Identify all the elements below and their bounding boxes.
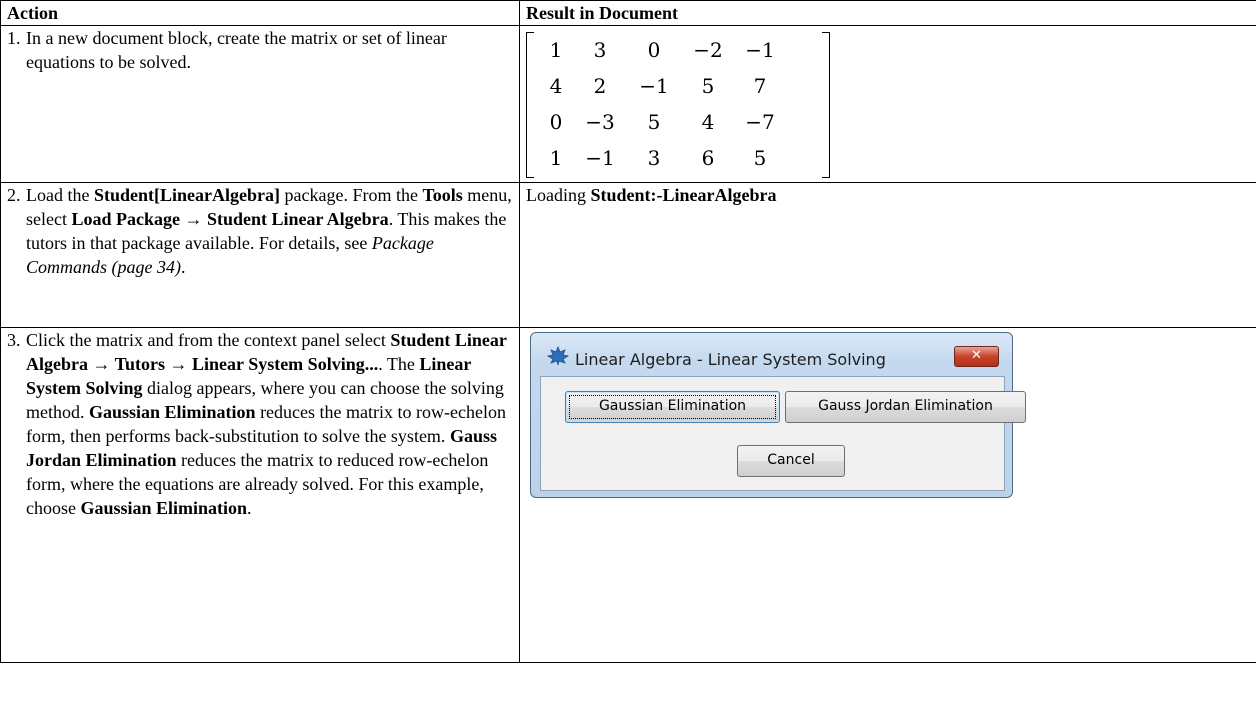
matrix-cell: 6 [701,146,715,170]
step-text-run: Click the matrix and from the context pa… [26,330,391,350]
step-number: 1. [7,28,21,48]
matrix-cell: −1 [639,74,669,98]
loading-prefix: Loading [526,185,591,205]
dialog-title: Linear Algebra - Linear System Solving [575,350,886,369]
cancel-button[interactable]: Cancel [737,445,845,477]
step-text: Load the Student[LinearAlgebra] package.… [26,183,513,279]
step-1-action: 1. In a new document block, create the ma… [0,25,520,183]
header-result: Result in Document [519,0,1256,26]
step-text-run: Gaussian Elimination [89,402,256,422]
instruction-table: Action Result in Document 1. In a new doc… [0,0,1256,663]
step-text-run: Load the [26,185,94,205]
matrix-cell: 5 [701,74,715,98]
step-text-run: Tools [422,185,463,205]
gauss-jordan-elimination-button[interactable]: Gauss Jordan Elimination [785,391,1026,423]
matrix-cell: 0 [549,110,563,134]
matrix-cell: 0 [647,38,661,62]
matrix-left-bracket [526,32,534,178]
linear-system-solving-dialog: Linear Algebra - Linear System Solving ✕… [530,332,1026,498]
gauss-jordan-label: Gauss Jordan Elimination [818,398,993,414]
step-text-run: package. From the [279,185,423,205]
loading-package: Student:-LinearAlgebra [590,185,777,205]
step-text: In a new document block, create the matr… [26,26,513,74]
step-row: 1. In a new document block, create the ma… [0,25,1256,183]
matrix-cell: 1 [549,146,563,170]
step-text-run: Student[LinearAlgebra] [93,185,280,205]
matrix[interactable]: 1 3 0 −2 −1 4 2 −1 5 7 0 −3 5 4 −7 1 −1 3 6 5 [526,32,830,178]
matrix-cell: 7 [753,74,767,98]
step-1-result: 1 3 0 −2 −1 4 2 −1 5 7 0 −3 5 4 −7 1 −1 3 6 5 [519,25,1256,183]
step-text-run: In a new document block, create the matr… [26,28,447,72]
step-number: 2. [7,185,21,205]
matrix-cell: 3 [647,146,661,170]
step-text-run: . [247,498,252,518]
matrix-cell: −2 [693,38,723,62]
header-action: Action [0,0,520,26]
matrix-cell: 1 [549,38,563,62]
cancel-label: Cancel [767,452,815,468]
step-text-run: Gaussian Elimination [80,498,248,518]
matrix-cell: −3 [585,110,615,134]
step-2-result: Loading Student:-LinearAlgebra [519,182,1256,328]
maple-leaf-icon [547,346,569,366]
gaussian-elimination-button[interactable]: Gaussian Elimination [565,391,780,423]
matrix-cell: 5 [753,146,767,170]
step-3-action: 3. Click the matrix and from the context … [0,327,520,663]
matrix-cell: 4 [701,110,715,134]
step-row: 3. Click the matrix and from the context … [0,327,1256,663]
matrix-cell: 4 [549,74,563,98]
matrix-cell: −1 [585,146,615,170]
close-icon[interactable]: ✕ [954,346,999,367]
dialog-body: Gaussian Elimination Gauss Jordan Elimin… [540,376,1026,491]
step-row: 2. Load the Student[LinearAlgebra] packag… [0,182,1256,328]
matrix-cell: −1 [745,38,775,62]
step-text: Click the matrix and from the context pa… [26,328,513,520]
header-row: Action Result in Document [0,0,1256,26]
step-number: 3. [7,330,21,350]
step-2-action: 2. Load the Student[LinearAlgebra] packag… [0,182,520,328]
step-text-run: . The [378,354,420,374]
focus-ring [569,395,776,419]
step-3-result: Linear Algebra - Linear System Solving ✕… [519,327,1256,663]
matrix-cell: −7 [745,110,775,134]
matrix-cell: 3 [593,38,607,62]
step-text-run: . [181,257,186,277]
matrix-right-bracket [822,32,830,178]
step-text-run: Load Package → Student Linear Algebra [71,209,389,229]
matrix-cell: 2 [593,74,607,98]
matrix-cell: 5 [647,110,661,134]
